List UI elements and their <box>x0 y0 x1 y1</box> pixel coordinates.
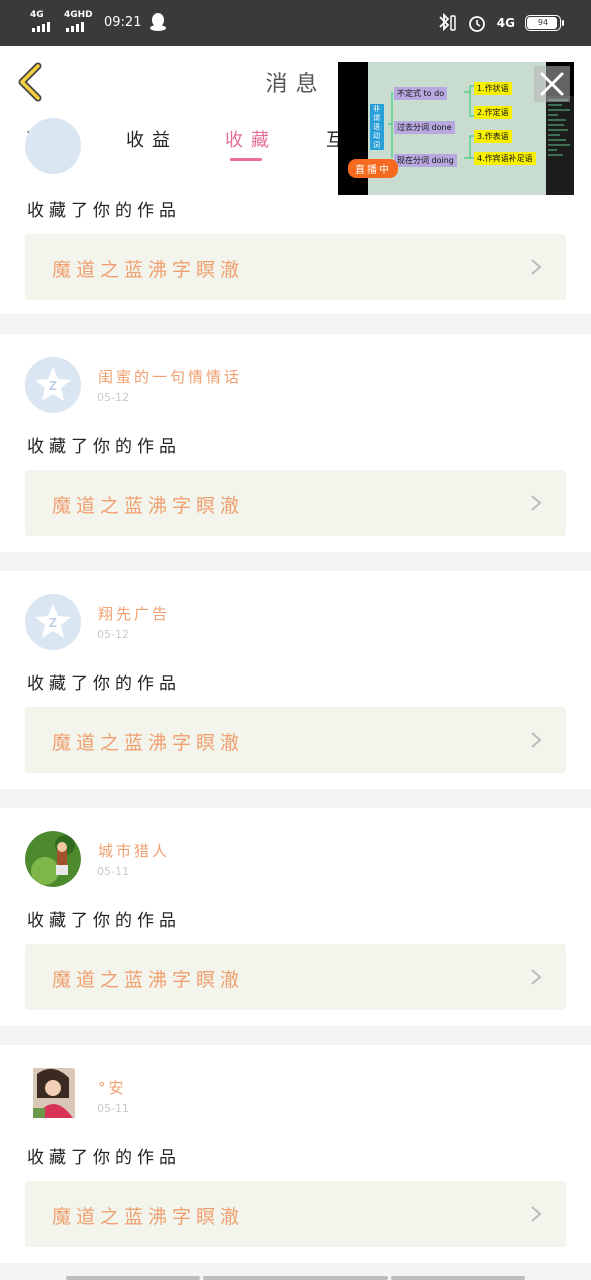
username[interactable]: °安 <box>98 1077 127 1098</box>
svg-text:Z: Z <box>49 615 57 630</box>
network-type-label-2: 4GHD <box>64 10 93 20</box>
chevron-right-icon <box>531 969 542 985</box>
work-title: 魔道之蓝沸字瞑澈 <box>52 732 245 754</box>
work-link[interactable]: 魔道之蓝沸字瞑澈 <box>25 944 566 1010</box>
tab-favorites[interactable]: 收藏 <box>225 126 277 152</box>
floating-video-window[interactable]: 非谓语动词 不定式 to do 过去分词 done 现在分词 doing 1.作… <box>338 62 574 195</box>
signal-icon-2: 4GHD <box>64 10 94 32</box>
feed-item: Z 翔先广告 05-12 收藏了你的作品 魔道之蓝沸字瞑澈 <box>0 571 591 789</box>
network-type-label: 4G <box>30 10 44 20</box>
work-title: 魔道之蓝沸字瞑澈 <box>52 259 245 281</box>
bluetooth-vibrate-icon <box>439 13 456 32</box>
status-bar: 4G 4GHD 09:21 4G 94 <box>0 0 591 46</box>
username[interactable]: 闺蜜的一句情情话 <box>98 366 242 387</box>
battery-icon: 94 <box>525 15 564 31</box>
action-text: 收藏了你的作品 <box>27 911 181 931</box>
action-text: 收藏了你的作品 <box>27 437 181 457</box>
close-button[interactable] <box>534 66 570 102</box>
date: 05-11 <box>97 865 129 878</box>
chevron-right-icon <box>531 495 542 511</box>
chevron-right-icon <box>531 259 542 275</box>
action-text: 收藏了你的作品 <box>27 674 181 694</box>
feed-item: °安 05-11 收藏了你的作品 魔道之蓝沸字瞑澈 <box>0 1045 591 1263</box>
avatar[interactable]: Z <box>25 594 81 650</box>
work-title: 魔道之蓝沸字瞑澈 <box>52 1206 245 1228</box>
code-panel <box>546 96 574 195</box>
date: 05-12 <box>97 391 129 404</box>
network-type-label-3: 4G <box>496 16 515 30</box>
work-title: 魔道之蓝沸字瞑澈 <box>52 969 245 991</box>
signal-icon: 4G <box>30 10 56 32</box>
avatar[interactable] <box>25 831 81 887</box>
work-link[interactable]: 魔道之蓝沸字瞑澈 <box>25 470 566 536</box>
qq-icon <box>150 13 167 31</box>
default-avatar-icon: Z <box>25 357 81 413</box>
close-icon <box>540 72 564 96</box>
bottom-indicator <box>203 1276 388 1280</box>
tab-earnings[interactable]: 收益 <box>126 126 178 152</box>
username[interactable]: 翔先广告 <box>98 603 170 624</box>
avatar[interactable] <box>25 118 81 174</box>
bottom-indicator <box>66 1276 200 1280</box>
user-photo-avatar <box>33 1068 75 1118</box>
chevron-right-icon <box>531 732 542 748</box>
date: 05-11 <box>97 1102 129 1115</box>
work-link[interactable]: 魔道之蓝沸字瞑澈 <box>25 1181 566 1247</box>
active-tab-indicator <box>230 158 262 161</box>
live-badge: 直播中 <box>348 159 398 178</box>
work-link[interactable]: 魔道之蓝沸字瞑澈 <box>25 707 566 773</box>
action-text: 收藏了你的作品 <box>27 201 181 221</box>
work-title: 魔道之蓝沸字瞑澈 <box>52 495 245 517</box>
bottom-indicator <box>391 1276 525 1280</box>
alarm-icon <box>468 16 485 32</box>
avatar[interactable]: Z <box>25 357 81 413</box>
feed-item: Z 闺蜜的一句情情话 05-12 收藏了你的作品 魔道之蓝沸字瞑澈 <box>0 334 591 552</box>
action-text: 收藏了你的作品 <box>27 1148 181 1168</box>
battery-level: 94 <box>537 18 549 27</box>
username[interactable]: 城市猎人 <box>98 840 170 861</box>
chevron-right-icon <box>531 1206 542 1222</box>
user-photo-avatar <box>25 831 81 887</box>
avatar[interactable] <box>25 1068 81 1124</box>
feed-item: 城市猎人 05-11 收藏了你的作品 魔道之蓝沸字瞑澈 <box>0 808 591 1026</box>
work-link[interactable]: 魔道之蓝沸字瞑澈 <box>25 234 566 300</box>
date: 05-12 <box>97 628 129 641</box>
default-avatar-icon: Z <box>25 594 81 650</box>
clock: 09:21 <box>104 14 142 30</box>
svg-text:Z: Z <box>49 378 57 393</box>
